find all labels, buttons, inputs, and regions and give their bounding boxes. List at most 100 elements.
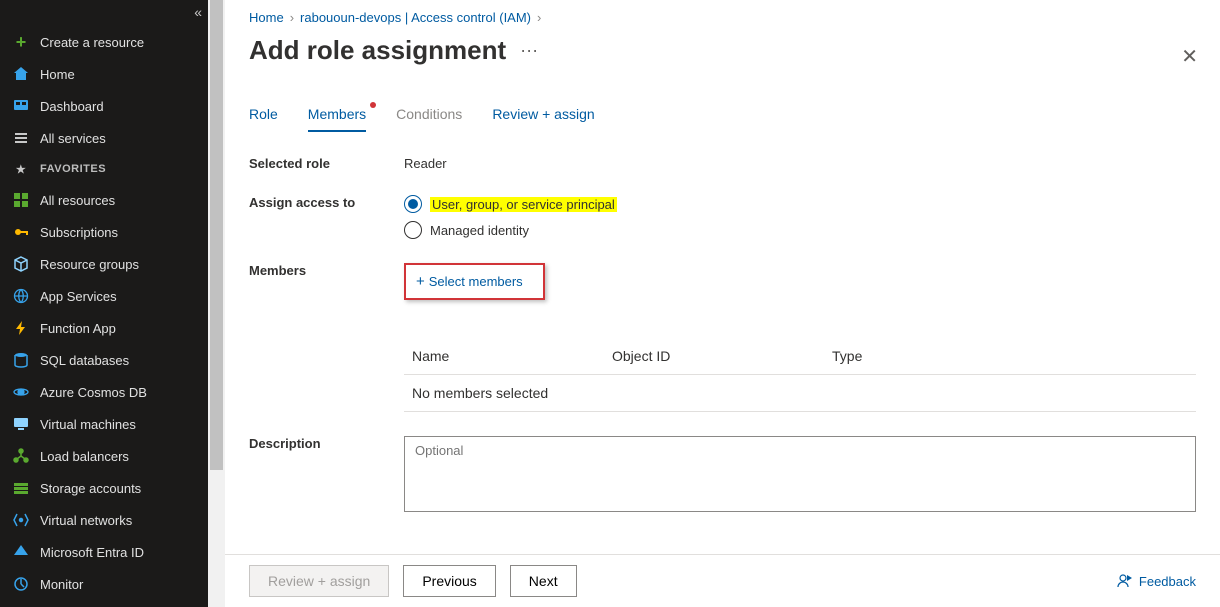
close-icon[interactable]: ✕ [1181, 44, 1198, 69]
breadcrumb-home[interactable]: Home [249, 10, 284, 25]
sidebar-item-label: All services [40, 131, 106, 146]
sidebar-item-label: Dashboard [40, 99, 104, 114]
selected-role-label: Selected role [249, 156, 404, 171]
previous-button[interactable]: Previous [403, 565, 495, 597]
sidebar-item-label: Virtual networks [40, 513, 132, 528]
col-type: Type [832, 348, 1188, 364]
sidebar-item-label: Storage accounts [40, 481, 141, 496]
cube-icon [12, 256, 30, 272]
selected-role-value: Reader [404, 156, 1196, 171]
sidebar: « + Create a resource Home Dashboard All ser… [0, 0, 208, 607]
sidebar-item-virtual-machines[interactable]: Virtual machines [0, 408, 208, 440]
sidebar-item-all-services[interactable]: All services [0, 122, 208, 154]
sidebar-item-label: Function App [40, 321, 116, 336]
members-label: Members [249, 263, 404, 278]
vm-icon [12, 416, 30, 432]
review-assign-button: Review + assign [249, 565, 389, 597]
lb-icon [12, 448, 30, 464]
vnet-icon [12, 512, 30, 528]
next-button[interactable]: Next [510, 565, 577, 597]
assign-access-label: Assign access to [249, 195, 404, 210]
list-icon [12, 130, 30, 146]
sidebar-item-app-services[interactable]: App Services [0, 280, 208, 312]
sidebar-item-dashboard[interactable]: Dashboard [0, 90, 208, 122]
chevron-right-icon: › [290, 10, 294, 25]
bolt-icon [12, 320, 30, 336]
globe-icon [12, 288, 30, 304]
sidebar-item-label: Resource groups [40, 257, 139, 272]
sidebar-item-label: Azure Cosmos DB [40, 385, 147, 400]
cosmos-icon [12, 384, 30, 400]
entra-icon [12, 544, 30, 560]
db-icon [12, 352, 30, 368]
sidebar-item-label: Monitor [40, 577, 83, 592]
col-name: Name [412, 348, 612, 364]
sidebar-collapse-icon[interactable]: « [194, 4, 202, 20]
tab-review[interactable]: Review + assign [492, 106, 594, 132]
feedback-link[interactable]: Feedback [1117, 573, 1196, 589]
sidebar-item-label: Microsoft Entra ID [40, 545, 144, 560]
description-label: Description [249, 436, 404, 451]
chevron-right-icon: › [537, 10, 541, 25]
sidebar-item-azure-cosmos-db[interactable]: Azure Cosmos DB [0, 376, 208, 408]
sidebar-item-label: Virtual machines [40, 417, 136, 432]
tab-members[interactable]: Members [308, 106, 366, 132]
sidebar-item-label: SQL databases [40, 353, 129, 368]
more-icon[interactable]: ··· [520, 40, 538, 61]
tab-conditions: Conditions [396, 106, 462, 132]
radio-managed-identity-label: Managed identity [430, 223, 529, 238]
sidebar-item-virtual-networks[interactable]: Virtual networks [0, 504, 208, 536]
feedback-label: Feedback [1139, 574, 1196, 589]
radio-user-group[interactable]: User, group, or service principal [404, 195, 1196, 213]
select-members-highlight: + Select members [404, 263, 545, 300]
radio-user-group-label: User, group, or service principal [430, 197, 617, 212]
main-content: Home › rabououn-devops | Access control … [225, 0, 1220, 607]
grid-icon [12, 192, 30, 208]
dirty-indicator-icon [370, 102, 376, 108]
sidebar-item-label: Load balancers [40, 449, 129, 464]
members-empty: No members selected [412, 385, 1188, 401]
plus-icon: + [416, 273, 425, 290]
tab-role[interactable]: Role [249, 106, 278, 132]
select-members-label: Select members [429, 274, 523, 289]
sidebar-item-sql-databases[interactable]: SQL databases [0, 344, 208, 376]
sidebar-item-storage-accounts[interactable]: Storage accounts [0, 472, 208, 504]
breadcrumb-iam[interactable]: rabououn-devops | Access control (IAM) [300, 10, 531, 25]
members-table: Name Object ID Type No members selected [404, 338, 1196, 412]
sidebar-item-label: Home [40, 67, 75, 82]
home-icon [12, 66, 30, 82]
sidebar-item-label: App Services [40, 289, 117, 304]
sidebar-item-create-a-resource[interactable]: + Create a resource [0, 26, 208, 58]
tabs: Role Members Conditions Review + assign [249, 106, 1196, 132]
description-input[interactable] [404, 436, 1196, 512]
sidebar-item-home[interactable]: Home [0, 58, 208, 90]
radio-icon [404, 221, 422, 239]
favorites-label: FAVORITES [40, 163, 106, 175]
storage-icon [12, 480, 30, 496]
favorites-header: ★ FAVORITES [0, 154, 208, 184]
sidebar-item-all-resources[interactable]: All resources [0, 184, 208, 216]
sidebar-item-microsoft-entra-id[interactable]: Microsoft Entra ID [0, 536, 208, 568]
sidebar-item-label: All resources [40, 193, 115, 208]
footer: Review + assign Previous Next Feedback [225, 554, 1220, 607]
sidebar-item-subscriptions[interactable]: Subscriptions [0, 216, 208, 248]
sidebar-item-load-balancers[interactable]: Load balancers [0, 440, 208, 472]
sidebar-item-resource-groups[interactable]: Resource groups [0, 248, 208, 280]
radio-icon [404, 195, 422, 213]
col-object-id: Object ID [612, 348, 832, 364]
page-title: Add role assignment [249, 35, 506, 66]
scrollbar[interactable] [208, 0, 225, 607]
select-members-button[interactable]: + Select members [416, 273, 523, 290]
sidebar-item-function-app[interactable]: Function App [0, 312, 208, 344]
feedback-icon [1117, 573, 1133, 589]
key-icon [12, 224, 30, 240]
sidebar-item-monitor[interactable]: Monitor [0, 568, 208, 600]
monitor-icon [12, 576, 30, 592]
radio-managed-identity[interactable]: Managed identity [404, 221, 1196, 239]
sidebar-item-label: Create a resource [40, 35, 144, 50]
breadcrumb: Home › rabououn-devops | Access control … [249, 10, 1196, 25]
plus-icon: + [12, 32, 30, 53]
star-icon: ★ [12, 163, 30, 176]
sidebar-item-label: Subscriptions [40, 225, 118, 240]
dash-icon [12, 98, 30, 114]
